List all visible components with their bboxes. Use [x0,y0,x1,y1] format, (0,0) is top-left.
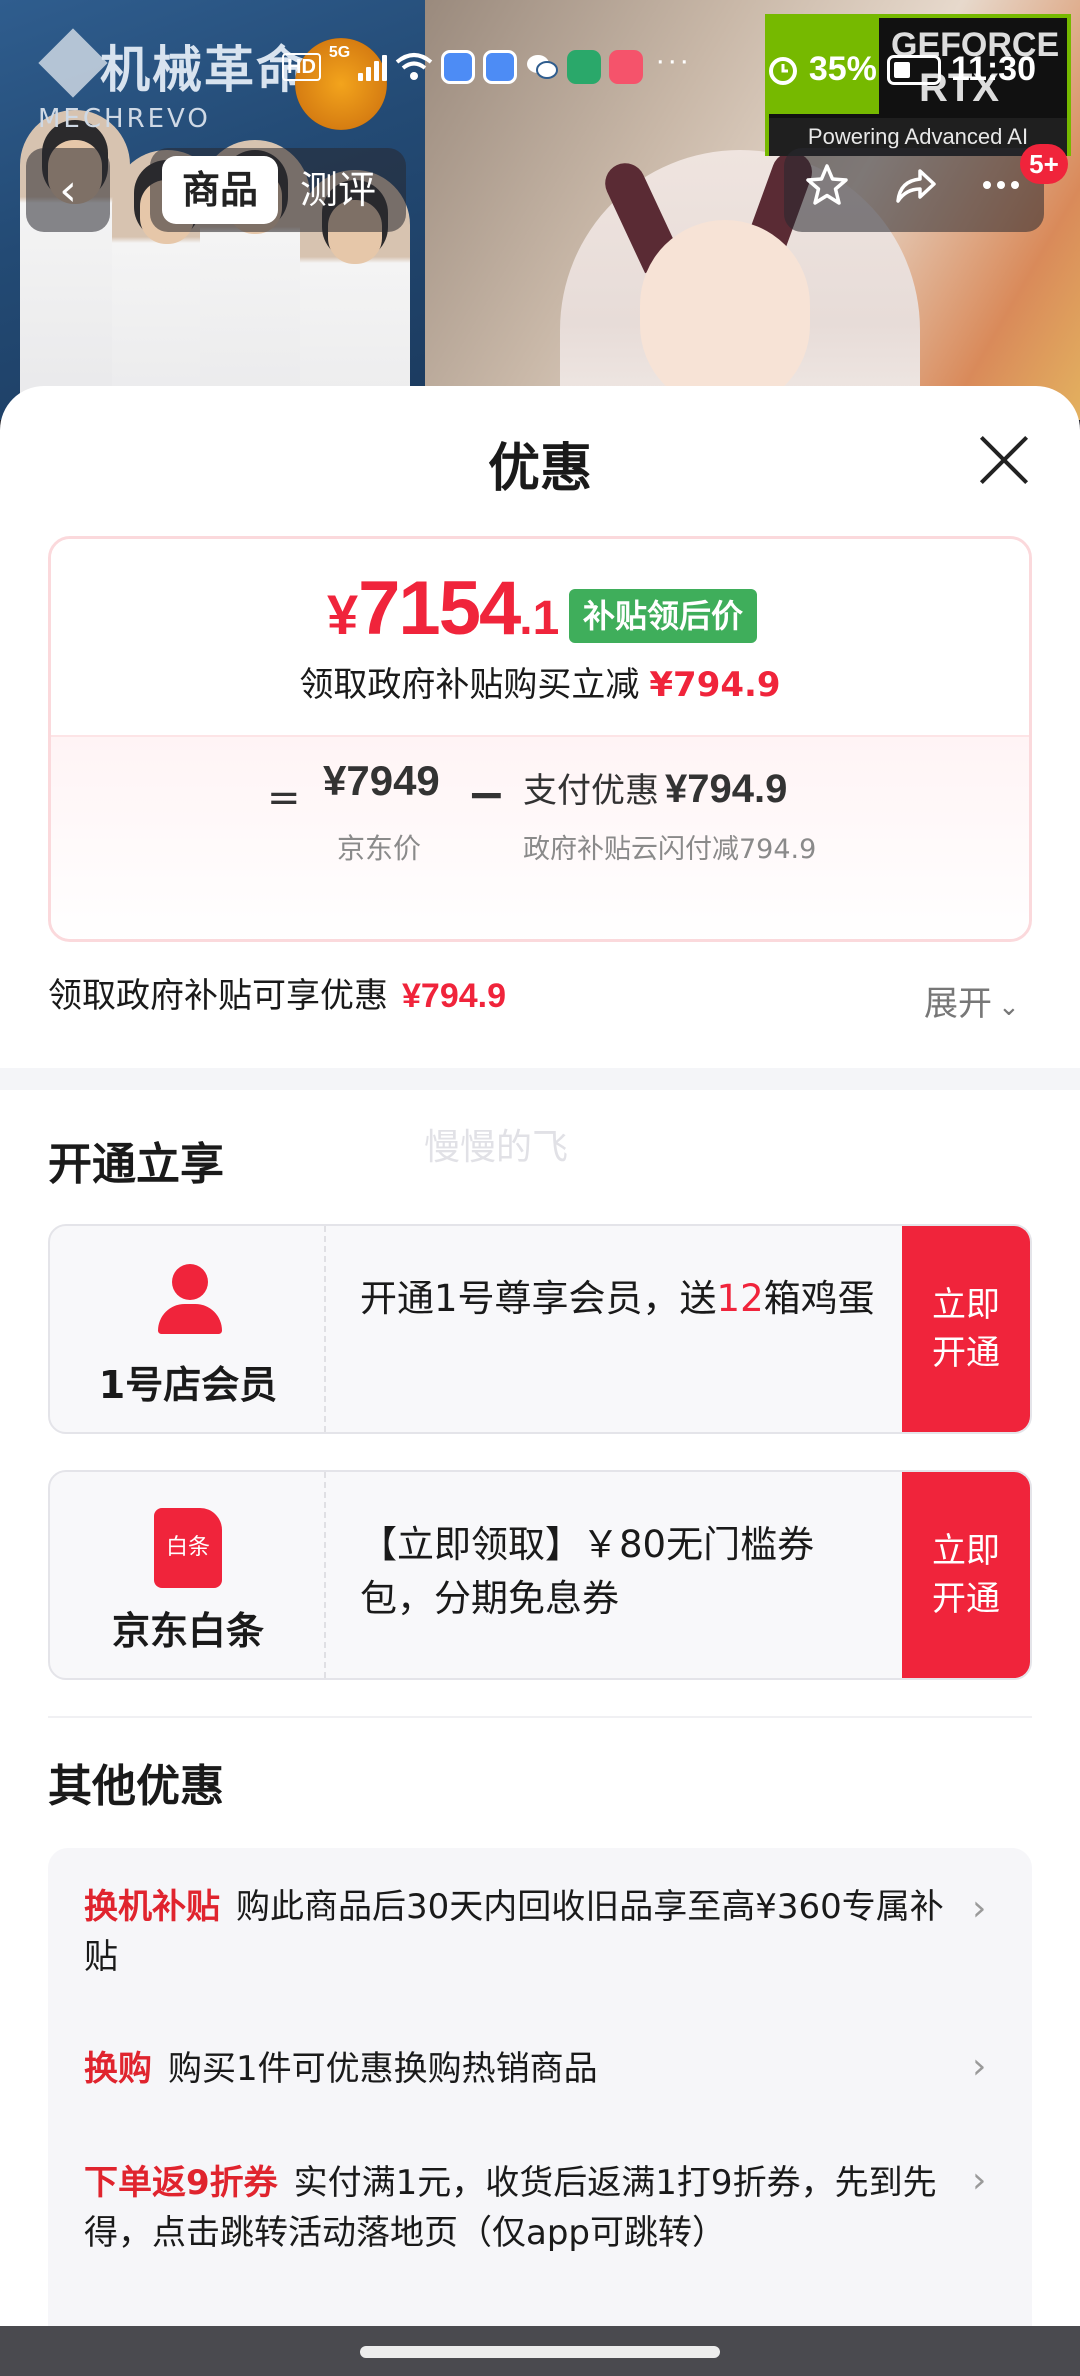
nav-tabs: 商品 测评 [150,148,406,232]
open-baitiao-button[interactable]: 立即开通 [902,1472,1030,1678]
jd-price-label: 京东价 [337,832,422,865]
subsidy-enjoy-row: 领取政府补贴可享优惠 ¥794.9 [48,968,506,1017]
price-decimal: .1 [519,592,560,645]
chevron-left-icon: ‹ [59,164,77,216]
member-person-icon [154,1264,226,1336]
payment-discount-amount: ¥794.9 [665,767,788,811]
status-bar: HD 5G ··· 35% 11:30 [0,40,1080,112]
chevron-right-icon: › [972,2046,987,2087]
price-breakdown-card: ¥7154.1 补贴领后价 领取政府补贴购买立减 ¥794.9 = ¥7949 京… [48,536,1032,942]
promo-item[interactable]: 换购 购买1件可优惠换购热销商品 [84,2044,964,2094]
baitiao-card-left: 白条 京东白条 [50,1472,326,1678]
wifi-icon [395,52,433,82]
open-membership-button[interactable]: 立即开通 [902,1226,1030,1432]
section-divider [0,1068,1080,1090]
membership-card-left: 1号店会员 [50,1226,326,1432]
membership-name: 1号店会员 [98,1363,278,1407]
payment-discount: 支付优惠 ¥794.9 [523,763,787,812]
minus-sign: − [467,767,506,821]
app-root: 机械革命 MECHREVO GEFORCE RTX Powering Advan… [0,0,1080,2376]
battery-icon [886,54,941,85]
subsidy-summary: 领取政府补贴购买立减 ¥794.9 [51,657,1029,706]
price-card-formula: = ¥7949 京东价 − 支付优惠 ¥794.9 政府补贴云闪付减794.9 [51,735,1029,939]
clock: 11:30 [950,50,1036,88]
message-count-badge: 5+ [1020,144,1068,184]
system-navigation-bar [0,2326,1080,2376]
chevron-right-icon: › [972,2160,987,2201]
subsidy-enjoy-amount: ¥794.9 [402,977,506,1015]
music-app-icon [609,50,644,84]
subsidy-summary-amount: ¥794.9 [649,665,781,705]
payment-discount-label: 支付优惠 [523,771,659,811]
section-divider-line [48,1716,1032,1718]
baitiao-name: 京东白条 [111,1609,264,1653]
chevron-down-icon: ⌄ [998,992,1020,1022]
promo-item[interactable]: 下单返9折券 实付满1元，收货后返满1打9折券，先到先得，点击跳转活动落地页（仅a… [84,2158,964,2258]
other-discounts-list: 换机补贴 购此商品后30天内回收旧品享至高¥360专属补贴 › 换购 购买1件可优惠… [48,1848,1032,2368]
promo-tag: 换购 [84,2049,152,2089]
video-app-icon [567,50,602,84]
chevron-right-icon: › [972,1888,987,1929]
baitiao-icon: 白条 [154,1508,222,1588]
price-card-top: ¥7154.1 补贴领后价 领取政府补贴购买立减 ¥794.9 [51,539,1029,735]
battery-percent: 35% [808,50,877,88]
expand-label: 展开 [924,984,992,1024]
alarm-icon [767,54,799,86]
watermark-text: 慢慢的飞 [424,1127,569,1168]
favorite-star-icon[interactable] [803,161,851,219]
promo-text: 购买1件可优惠换购热销商品 [168,2049,598,2089]
subsidy-enjoy-label: 领取政府补贴可享优惠 [48,976,388,1016]
price-integer: 7154 [358,566,521,651]
baitiao-desc: 【立即领取】￥80无门槛券包，分期免息券 [360,1523,815,1620]
membership-description: 开通1号尊享会员，送12箱鸡蛋 [360,1272,880,1326]
membership-desc-highlight: 12 [716,1277,764,1320]
more-notifications: ··· [655,44,692,77]
tab-review[interactable]: 测评 [300,156,376,224]
signal-strength-icon [358,53,388,81]
membership-desc-pre: 开通1号尊享会员，送 [360,1277,717,1320]
final-price: ¥7154.1 [327,565,559,652]
close-icon[interactable] [976,432,1032,488]
baitiao-description: 【立即领取】￥80无门槛券包，分期免息券 [360,1518,880,1626]
promo-item[interactable]: 换机补贴 购此商品后30天内回收旧品享至高¥360专属补贴 [84,1882,964,1982]
browser-app-icon [441,50,476,84]
promo-tag: 换机补贴 [84,1887,220,1927]
network-5g-indicator: 5G [328,44,351,61]
anime-character-face [640,220,810,410]
wechat-icon [525,50,559,84]
equals-sign: = [267,775,301,821]
baitiao-card[interactable]: 白条 京东白条 【立即领取】￥80无门槛券包，分期免息券 立即开通 [48,1470,1032,1680]
membership-card[interactable]: 1号店会员 开通1号尊享会员，送12箱鸡蛋 立即开通 [48,1224,1032,1434]
promo-tag: 下单返9折券 [84,2163,278,2203]
other-discounts-title: 其他优惠 [48,1761,224,1812]
sheet-title: 优惠 [487,439,592,499]
hd-voice-indicator: HD [282,53,321,81]
back-button[interactable]: ‹ [26,148,110,232]
browser-app-icon [483,50,518,84]
subsidy-price-tag: 补贴领后价 [569,589,758,643]
jd-price: ¥7949 [323,757,440,804]
more-menu-icon[interactable] [977,161,1025,219]
open-benefits-title: 开通立享 [48,1139,224,1190]
tab-product[interactable]: 商品 [162,156,278,224]
price-currency: ¥ [327,583,359,646]
payment-discount-description: 政府补贴云闪付减794.9 [523,834,817,865]
subsidy-summary-label: 领取政府补贴购买立减 [299,665,640,705]
share-icon[interactable] [890,161,938,219]
home-indicator[interactable] [360,2346,720,2358]
expand-toggle[interactable]: 展开 ⌄ [924,976,1020,1025]
nav-actions [784,148,1044,232]
membership-desc-post: 箱鸡蛋 [763,1277,875,1320]
